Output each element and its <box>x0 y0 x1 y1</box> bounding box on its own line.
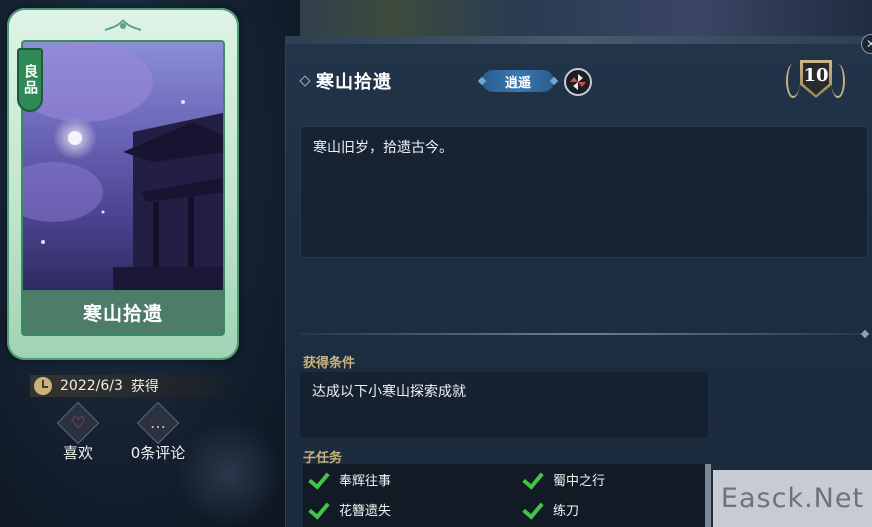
clock-icon <box>34 377 52 395</box>
card-artwork-frame: 寒山拾遗 <box>21 40 225 336</box>
subtask-item: 练刀 <box>523 496 579 522</box>
subtask-label: 练刀 <box>553 503 580 519</box>
card-ornament-icon <box>104 19 142 31</box>
subtask-label: 蜀中之行 <box>553 473 606 489</box>
watermark: Easck.Net <box>713 470 872 527</box>
condition-text: 达成以下小寒山探索成就 <box>312 384 466 400</box>
panel-top-border <box>285 36 872 44</box>
card-artwork <box>23 42 223 292</box>
category-tag: 逍遥 <box>482 70 554 92</box>
section-divider <box>300 333 868 335</box>
like-label: 喜欢 <box>62 444 93 462</box>
pinwheel-icon <box>564 68 592 96</box>
like-button[interactable]: ♡ 喜欢 <box>38 401 118 464</box>
points-value: 10 <box>803 65 829 86</box>
subtask-item: 蜀中之行 <box>523 466 605 492</box>
check-icon <box>523 469 545 489</box>
comment-button[interactable]: … 0条评论 <box>118 401 198 464</box>
check-icon <box>523 499 545 519</box>
subtask-label: 花簪遗失 <box>339 503 392 519</box>
comment-icon: … <box>136 401 180 445</box>
check-icon <box>309 499 331 519</box>
comment-label: 0条评论 <box>130 444 186 462</box>
obtained-label: 获得 <box>130 379 159 395</box>
laurel-right-icon <box>831 64 845 98</box>
achievement-card[interactable]: 寒山拾遗 良品 <box>7 8 239 360</box>
points-badge: 10 <box>782 58 848 106</box>
condition-heading: 获得条件 <box>303 356 356 371</box>
obtained-date: 2022/6/3 <box>60 378 123 394</box>
description-box: 寒山旧岁，拾遗古今。 <box>300 126 868 258</box>
achievement-title-row: 寒山拾遗 <box>299 66 392 96</box>
detail-panel <box>285 44 872 527</box>
achievement-title: 寒山拾遗 <box>316 72 392 93</box>
quality-badge: 良品 <box>17 48 43 112</box>
card-name: 寒山拾遗 <box>23 290 223 334</box>
subtask-list[interactable]: 奉辉往事 蜀中之行 花簪遗失 练刀 <box>303 464 711 527</box>
subtask-label: 奉辉往事 <box>339 473 392 489</box>
check-icon <box>309 469 331 489</box>
subtask-item: 奉辉往事 <box>309 466 391 492</box>
condition-box: 达成以下小寒山探索成就 <box>300 372 708 438</box>
description-text: 寒山旧岁，拾遗古今。 <box>313 140 453 156</box>
subtask-item: 花簪遗失 <box>309 496 391 522</box>
diamond-bullet-icon <box>299 75 311 87</box>
heart-icon: ♡ <box>56 401 100 445</box>
obtained-date-row: 2022/6/3 获得 <box>30 375 240 397</box>
laurel-left-icon <box>786 64 800 98</box>
